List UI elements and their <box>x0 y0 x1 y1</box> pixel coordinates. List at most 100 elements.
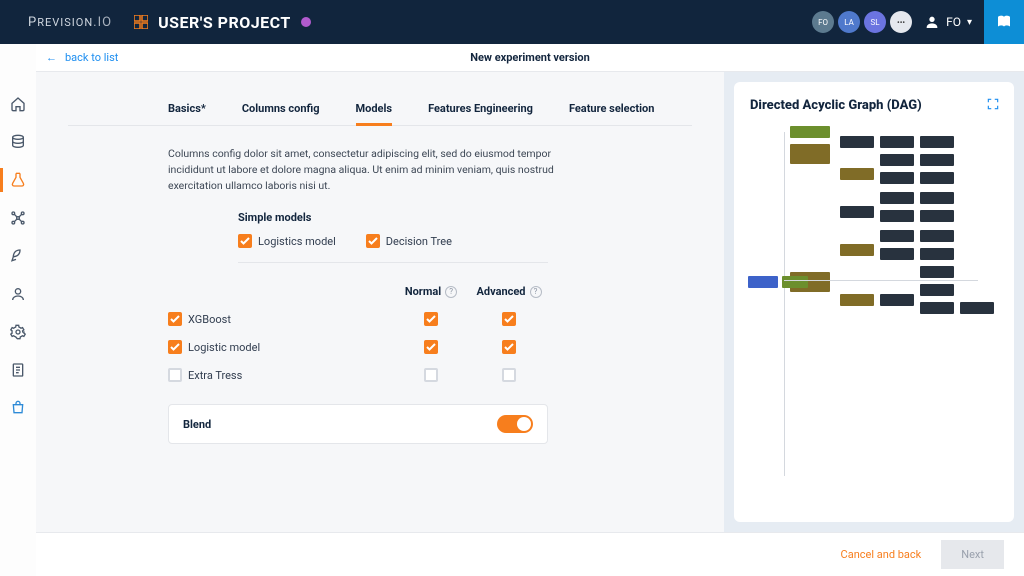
help-icon[interactable]: ? <box>530 286 542 298</box>
checkbox-icon <box>238 234 252 248</box>
dag-card: Directed Acyclic Graph (DAG) <box>734 82 1014 522</box>
blend-label: Blend <box>183 418 211 431</box>
dag-node[interactable] <box>920 266 954 278</box>
tab-features-engineering[interactable]: Features Engineering <box>428 102 533 125</box>
dag-node[interactable] <box>920 192 954 204</box>
dag-node[interactable] <box>840 206 874 218</box>
dag-node[interactable] <box>790 144 830 164</box>
checkbox-icon <box>366 234 380 248</box>
dag-node[interactable] <box>840 244 874 256</box>
dag-node[interactable] <box>880 136 914 148</box>
rail-home-icon[interactable] <box>0 96 36 112</box>
rail-pipelines-icon[interactable] <box>0 210 36 226</box>
avatar[interactable]: LA <box>838 11 860 33</box>
arrow-left-icon: ← <box>46 51 57 64</box>
dag-node[interactable] <box>840 294 874 306</box>
grid-icon <box>134 15 148 29</box>
tab-feature-selection[interactable]: Feature selection <box>569 102 654 125</box>
row-checkbox[interactable] <box>168 312 182 326</box>
rail-data-icon[interactable] <box>0 134 36 150</box>
dag-node[interactable] <box>880 192 914 204</box>
dag-node[interactable] <box>840 136 874 148</box>
rail-settings-icon[interactable] <box>0 324 36 340</box>
avatar[interactable]: FO <box>812 11 834 33</box>
left-nav-rail <box>0 44 36 576</box>
expand-icon[interactable] <box>986 96 1000 115</box>
dag-node[interactable] <box>920 302 954 314</box>
advanced-checkbox[interactable] <box>502 312 516 326</box>
model-row-extra-tress: Extra Tress <box>168 368 548 382</box>
topbar-left: PREVISION.IO USER'S PROJECT <box>28 13 311 32</box>
dag-node[interactable] <box>880 210 914 222</box>
dag-node[interactable] <box>790 126 830 138</box>
cancel-and-back-link[interactable]: Cancel and back <box>841 548 922 561</box>
rail-experiments-icon[interactable] <box>0 172 36 188</box>
dag-node[interactable] <box>920 248 954 260</box>
next-button[interactable]: Next <box>941 540 1004 569</box>
help-icon[interactable]: ? <box>445 286 457 298</box>
tab-basics[interactable]: Basics* <box>168 102 206 125</box>
dag-graph[interactable] <box>740 126 1008 516</box>
normal-checkbox[interactable] <box>424 340 438 354</box>
page-title: New experiment version <box>36 51 1024 64</box>
tab-columns-config[interactable]: Columns config <box>242 102 320 125</box>
checkbox-label: Logistics model <box>258 235 336 248</box>
normal-checkbox[interactable] <box>424 312 438 326</box>
dag-node[interactable] <box>880 230 914 242</box>
checkbox-decision-tree[interactable]: Decision Tree <box>366 234 452 248</box>
form-panel: Basics* Columns config Models Features E… <box>36 72 724 532</box>
collaborator-avatars[interactable]: FO LA SL ••• <box>812 11 912 33</box>
dag-node[interactable] <box>880 154 914 166</box>
models-grid-header: Normal? Advanced? <box>168 285 548 298</box>
brand-logo[interactable]: PREVISION.IO <box>28 15 112 30</box>
model-name: XGBoost <box>188 313 231 326</box>
form-inner: Basics* Columns config Models Features E… <box>68 102 692 444</box>
content-body: Basics* Columns config Models Features E… <box>36 72 1024 532</box>
back-label: back to list <box>65 51 118 64</box>
normal-checkbox[interactable] <box>424 368 438 382</box>
book-icon <box>995 13 1013 31</box>
user-icon <box>924 14 940 30</box>
dag-node[interactable] <box>748 276 778 288</box>
project-status-dot <box>301 17 311 27</box>
tab-models[interactable]: Models <box>356 102 393 125</box>
advanced-checkbox[interactable] <box>502 340 516 354</box>
dag-panel: Directed Acyclic Graph (DAG) <box>724 72 1024 532</box>
help-button[interactable] <box>984 0 1024 44</box>
rail-deploy-icon[interactable] <box>0 248 36 264</box>
main-area: ← back to list New experiment version Ba… <box>0 44 1024 576</box>
rail-users-icon[interactable] <box>0 286 36 302</box>
dag-node[interactable] <box>960 302 994 314</box>
dag-node[interactable] <box>920 210 954 222</box>
dag-node[interactable] <box>782 276 808 288</box>
top-bar: PREVISION.IO USER'S PROJECT FO LA SL •••… <box>0 0 1024 44</box>
dag-node[interactable] <box>880 172 914 184</box>
dag-node[interactable] <box>840 168 874 180</box>
dag-node[interactable] <box>920 136 954 148</box>
row-checkbox[interactable] <box>168 368 182 382</box>
content-column: ← back to list New experiment version Ba… <box>36 44 1024 576</box>
dag-node[interactable] <box>920 154 954 166</box>
breadcrumb-row: ← back to list New experiment version <box>36 44 1024 72</box>
project-selector[interactable]: USER'S PROJECT <box>134 13 311 32</box>
checkbox-logistics-model[interactable]: Logistics model <box>238 234 336 248</box>
row-checkbox[interactable] <box>168 340 182 354</box>
avatar-more[interactable]: ••• <box>890 11 912 33</box>
rail-docs-icon[interactable] <box>0 362 36 378</box>
dag-node[interactable] <box>920 230 954 242</box>
dag-node[interactable] <box>880 248 914 260</box>
dag-node[interactable] <box>920 284 954 296</box>
dag-node[interactable] <box>920 172 954 184</box>
rail-store-icon[interactable] <box>0 400 36 416</box>
advanced-checkbox[interactable] <box>502 368 516 382</box>
dag-node[interactable] <box>880 294 914 306</box>
wizard-tabs: Basics* Columns config Models Features E… <box>68 102 692 126</box>
avatar[interactable]: SL <box>864 11 886 33</box>
models-configuration: Simple models Logistics model Decision T… <box>168 211 548 444</box>
blend-toggle[interactable] <box>497 415 533 433</box>
user-menu[interactable]: FO ▾ <box>924 14 972 30</box>
model-name: Extra Tress <box>188 369 242 382</box>
simple-models-row: Logistics model Decision Tree <box>238 234 548 263</box>
back-to-list-link[interactable]: ← back to list <box>46 51 118 64</box>
model-row-xgboost: XGBoost <box>168 312 548 326</box>
